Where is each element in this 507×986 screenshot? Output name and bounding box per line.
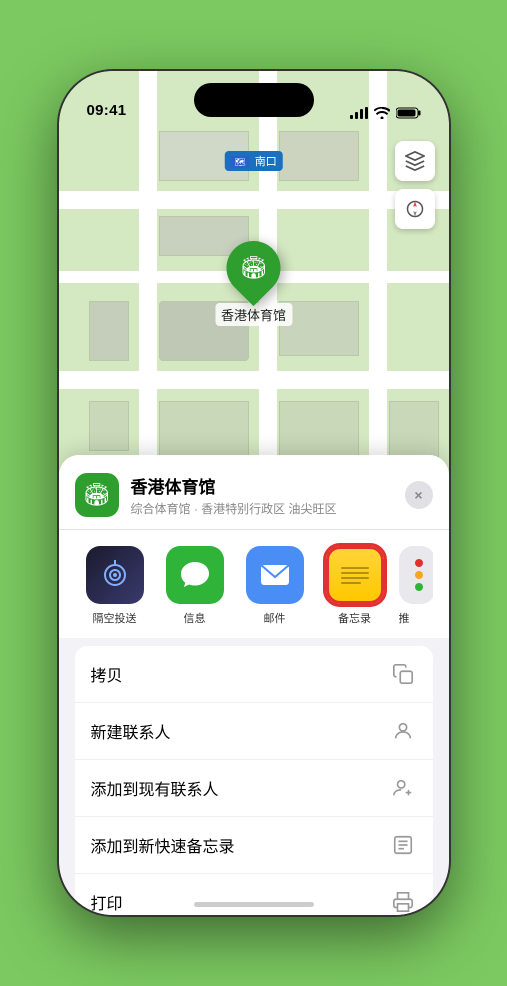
status-icons: [350, 107, 421, 119]
mail-label: 邮件: [264, 610, 286, 626]
bar3: [360, 109, 363, 119]
venue-icon: 🏟: [75, 473, 119, 517]
building-4: [89, 301, 129, 361]
messages-svg: [179, 560, 211, 590]
building-2: [279, 131, 359, 181]
more-label: 推: [399, 610, 410, 626]
copy-icon: [389, 660, 417, 688]
airdrop-label: 隔空投送: [93, 610, 137, 626]
map-area[interactable]: 🗺 南口 🏟 香港体育馆: [59, 71, 449, 511]
notes-line-2: [341, 572, 369, 574]
road-vertical-3: [369, 71, 387, 511]
dot-orange: [415, 571, 423, 579]
action-label-new-contact: 新建联系人: [91, 719, 171, 743]
sheet-header: 🏟 香港体育馆 综合体育馆 · 香港特别行政区 油尖旺区 ×: [59, 455, 449, 530]
action-list: 拷贝 新建联系人: [75, 646, 433, 915]
person-svg: [392, 720, 414, 742]
marker-pin: 🏟: [215, 230, 291, 306]
mail-icon-bg: [246, 546, 304, 604]
messages-icon-bg: [166, 546, 224, 604]
close-button[interactable]: ×: [405, 481, 433, 509]
action-item-copy[interactable]: 拷贝: [75, 646, 433, 703]
bottom-sheet: 🏟 香港体育馆 综合体育馆 · 香港特别行政区 油尖旺区 ×: [59, 455, 449, 915]
map-layer-icon: [405, 151, 425, 171]
airdrop-svg: [100, 560, 130, 590]
action-label-copy: 拷贝: [91, 662, 123, 686]
signal-bars-icon: [350, 107, 368, 119]
compass-button[interactable]: [395, 189, 435, 229]
print-svg: [392, 891, 414, 913]
phone-frame: 09:41: [59, 71, 449, 915]
map-area-label: 🗺 南口: [224, 151, 283, 171]
notes-lines-decoration: [341, 563, 369, 588]
add-contact-icon: [389, 774, 417, 802]
home-indicator: [194, 902, 314, 907]
mail-svg: [259, 561, 291, 589]
action-item-quick-note[interactable]: 添加到新快速备忘录: [75, 817, 433, 874]
airdrop-icon: [86, 546, 144, 604]
map-label-prefix: 🗺: [230, 156, 249, 168]
compass-icon: [406, 200, 424, 218]
notes-line-1: [341, 567, 369, 569]
action-label-add-contact: 添加到现有联系人: [91, 776, 219, 800]
road-horizontal-3: [59, 371, 449, 389]
action-label-print: 打印: [91, 890, 123, 914]
notes-icon-bg: [326, 546, 384, 604]
road-horizontal-1: [59, 191, 449, 209]
quick-note-icon: [389, 831, 417, 859]
messages-label: 信息: [184, 610, 206, 626]
share-row: 隔空投送 信息: [59, 530, 449, 638]
marker-label: 香港体育馆: [215, 303, 292, 326]
map-layer-button[interactable]: [395, 141, 435, 181]
status-time: 09:41: [87, 102, 127, 119]
bar2: [355, 112, 358, 119]
bar1: [350, 115, 353, 119]
share-item-notes[interactable]: 备忘录: [315, 546, 395, 626]
copy-svg: [392, 663, 414, 685]
venue-name: 香港体育馆: [131, 473, 405, 498]
share-item-mail[interactable]: 邮件: [235, 546, 315, 626]
share-item-messages[interactable]: 信息: [155, 546, 235, 626]
new-contact-icon: [389, 717, 417, 745]
colored-dots: [411, 559, 423, 591]
venue-subtitle: 综合体育馆 · 香港特别行政区 油尖旺区: [131, 500, 405, 517]
dot-green: [415, 583, 423, 591]
notes-line-4: [341, 582, 361, 584]
action-item-print[interactable]: 打印: [75, 874, 433, 915]
bar4: [365, 107, 368, 119]
action-label-quick-note: 添加到新快速备忘录: [91, 833, 235, 857]
note-svg: [392, 834, 414, 856]
share-item-airdrop[interactable]: 隔空投送: [75, 546, 155, 626]
share-item-more[interactable]: 推: [399, 546, 433, 626]
print-icon: [389, 888, 417, 915]
battery-icon: [396, 107, 421, 119]
venue-info: 香港体育馆 综合体育馆 · 香港特别行政区 油尖旺区: [131, 473, 405, 517]
location-marker: 🏟 香港体育馆: [215, 241, 292, 326]
map-label-text: 南口: [255, 156, 277, 168]
marker-inner-icon: 🏟: [240, 255, 268, 281]
notes-line-3: [341, 577, 369, 579]
road-vertical-1: [139, 71, 157, 511]
dynamic-island: [194, 83, 314, 117]
phone-screen: 09:41: [59, 71, 449, 915]
action-item-new-contact[interactable]: 新建联系人: [75, 703, 433, 760]
dot-red: [415, 559, 423, 567]
wifi-icon: [374, 107, 390, 119]
building-7: [89, 401, 129, 451]
map-controls: [395, 141, 435, 237]
notes-label: 备忘录: [338, 610, 371, 626]
more-icon-bg: [399, 546, 433, 604]
person-add-svg: [392, 777, 414, 799]
action-item-add-contact[interactable]: 添加到现有联系人: [75, 760, 433, 817]
